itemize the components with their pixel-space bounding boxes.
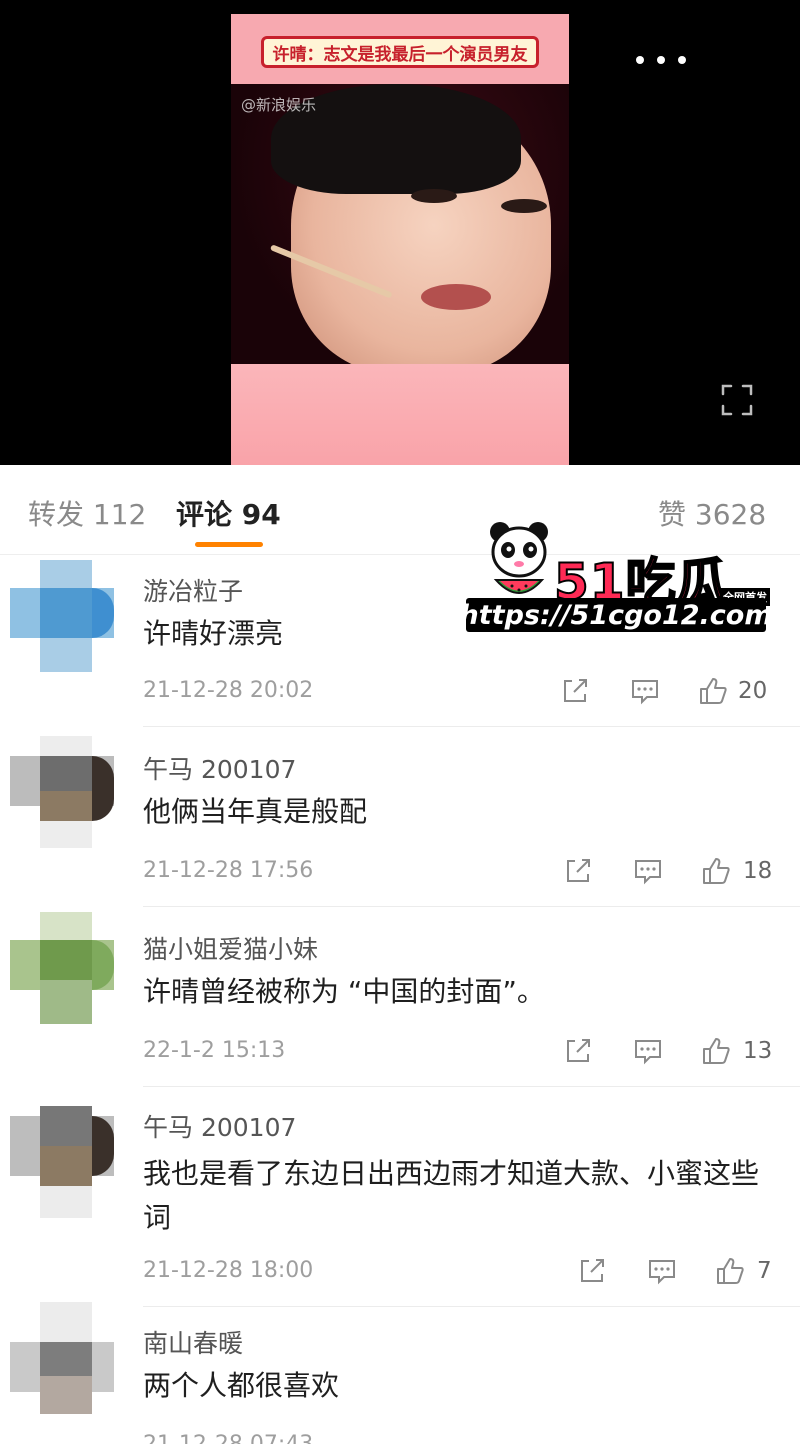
divider	[143, 1306, 800, 1307]
repost-icon[interactable]	[560, 676, 590, 706]
reply-icon[interactable]	[647, 1256, 677, 1286]
avatar[interactable]	[10, 560, 114, 672]
comment-text: 许晴曾经被称为 “中国的封面”。	[143, 975, 545, 1008]
tab-comments[interactable]: 评论 94	[176, 493, 281, 533]
comment-author[interactable]: 游冶粒子	[143, 572, 243, 608]
comment-actions: 20	[560, 676, 790, 708]
repost-icon[interactable]	[563, 856, 593, 886]
like-icon[interactable]	[701, 856, 731, 886]
comment-time: 22-1-2 15:13	[143, 1038, 286, 1063]
comment-time: 21-12-28 20:02	[143, 678, 314, 703]
repost-icon[interactable]	[563, 1036, 593, 1066]
fullscreen-icon[interactable]	[721, 384, 753, 416]
reply-icon[interactable]	[633, 856, 663, 886]
like-count: 7	[757, 1258, 772, 1284]
like-count: 18	[743, 858, 773, 884]
site-watermark-logo: 51吃瓜 全网首发 https://51cgo12.com	[459, 520, 773, 634]
more-options-icon[interactable]	[636, 50, 686, 70]
comment-text: 他俩当年真是般配	[143, 795, 368, 828]
divider	[143, 726, 800, 727]
like-count: 13	[743, 1038, 773, 1064]
comment-text: 两个人都很喜欢	[143, 1369, 340, 1402]
like-icon[interactable]	[698, 676, 728, 706]
video-scene-image: @新浪娱乐	[231, 84, 569, 374]
comment-author[interactable]: 午马 200107	[143, 750, 296, 786]
comment-author[interactable]: 午马 200107	[143, 1108, 296, 1144]
person-eye	[501, 199, 547, 213]
like-count: 20	[738, 678, 768, 704]
avatar[interactable]	[10, 736, 114, 848]
video-banner: 许晴：志文是我最后一个演员男友	[231, 14, 569, 84]
comment-actions: 13	[563, 1036, 793, 1068]
avatar[interactable]	[10, 912, 114, 1024]
comment-author[interactable]: 猫小姐爱猫小妹	[143, 930, 318, 966]
avatar[interactable]	[10, 1302, 114, 1414]
video-player[interactable]: 许晴：志文是我最后一个演员男友 @新浪娱乐	[0, 0, 800, 465]
panda-mascot-icon	[490, 522, 548, 594]
comment-time: 21-12-28 17:56	[143, 858, 314, 883]
comment-time: 21-12-28 07:43	[143, 1432, 313, 1444]
tab-repost[interactable]: 转发 112	[28, 493, 146, 533]
video-watermark: @新浪娱乐	[241, 96, 317, 114]
person-mouth	[421, 284, 491, 310]
like-icon[interactable]	[715, 1256, 745, 1286]
comment-actions: 18	[563, 856, 793, 888]
repost-icon[interactable]	[577, 1256, 607, 1286]
active-tab-indicator	[195, 542, 263, 547]
divider	[143, 906, 800, 907]
comment-actions: 7	[577, 1256, 797, 1288]
comment-time: 21-12-28 18:00	[143, 1258, 314, 1283]
divider	[143, 1086, 800, 1087]
video-bottom-backdrop	[231, 364, 569, 465]
person-eye	[411, 189, 457, 203]
like-icon[interactable]	[701, 1036, 731, 1066]
video-caption: 许晴：志文是我最后一个演员男友	[261, 36, 539, 68]
reply-icon[interactable]	[633, 1036, 663, 1066]
logo-url: https://51cgo12.com	[459, 598, 773, 632]
avatar[interactable]	[10, 1106, 114, 1218]
comment-text: 我也是看了东边日出西边雨才知道大款、小蜜这些词	[143, 1157, 760, 1234]
video-frame[interactable]: 许晴：志文是我最后一个演员男友 @新浪娱乐	[231, 14, 569, 465]
reply-icon[interactable]	[630, 676, 660, 706]
comment-author[interactable]: 南山春暖	[143, 1324, 243, 1360]
